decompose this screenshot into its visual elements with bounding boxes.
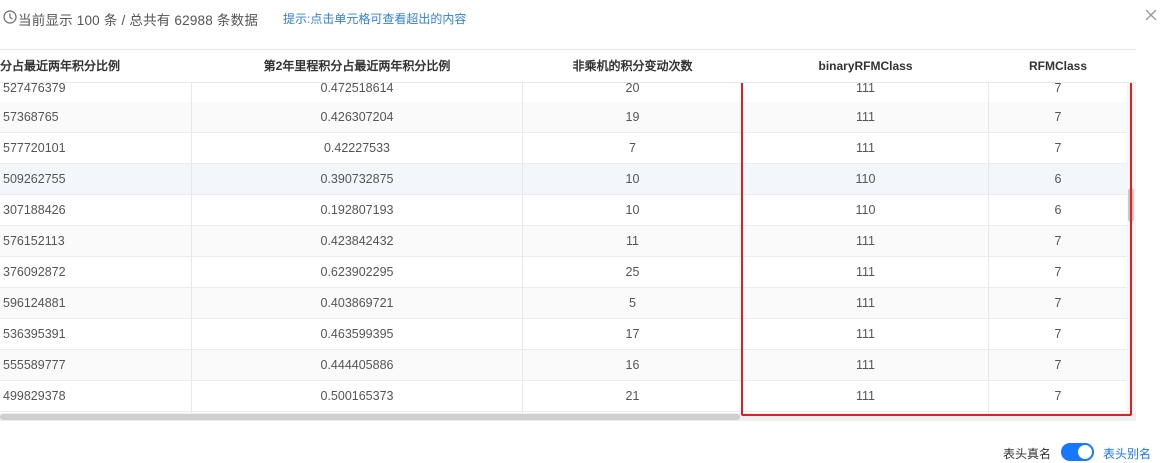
- table-cell[interactable]: 7: [989, 257, 1127, 287]
- table-cell[interactable]: 7: [989, 226, 1127, 256]
- table-cell[interactable]: 0.623902295: [192, 257, 522, 287]
- table-cell[interactable]: 307188426: [3, 195, 189, 225]
- table-cell[interactable]: 7: [989, 102, 1127, 132]
- table-info-bar: 当前显示 100 条 / 总共有 62988 条数据 提示:点击单元格可查看超出…: [0, 0, 1168, 36]
- table-cell[interactable]: 0.390732875: [192, 164, 522, 194]
- table-cell[interactable]: 10: [523, 164, 742, 194]
- table-header: 分占最近两年积分比例 第2年里程积分占最近两年积分比例 非乘机的积分变动次数 b…: [0, 49, 1136, 83]
- table-cell[interactable]: 0.42227533: [192, 133, 522, 163]
- table-cell[interactable]: 576152113: [3, 226, 189, 256]
- column-header[interactable]: 分占最近两年积分比例: [0, 50, 191, 83]
- column-header[interactable]: RFMClass: [989, 50, 1127, 83]
- table-cell[interactable]: 7: [989, 133, 1127, 163]
- table-cell[interactable]: 7: [523, 133, 742, 163]
- real-name-label: 表头真名: [1003, 447, 1052, 461]
- table-cell[interactable]: 6: [989, 195, 1127, 225]
- table-cell[interactable]: 555589777: [3, 350, 189, 380]
- table-cell[interactable]: 376092872: [3, 257, 189, 287]
- table-cell[interactable]: 509262755: [3, 164, 189, 194]
- table-cell[interactable]: 7: [989, 350, 1127, 380]
- horizontal-scroll-thumb[interactable]: [0, 414, 740, 420]
- table-cell[interactable]: 0.444405886: [192, 350, 522, 380]
- table-cell[interactable]: 7: [989, 288, 1127, 318]
- table-cell[interactable]: 7: [989, 381, 1127, 411]
- table-cell[interactable]: 5: [523, 288, 742, 318]
- table-cell[interactable]: 111: [743, 381, 988, 411]
- close-icon[interactable]: [1143, 7, 1159, 23]
- table-cell[interactable]: 111: [743, 319, 988, 349]
- table-row[interactable]: 57368765 0.426307204 19 111 7: [0, 102, 1136, 133]
- table-row[interactable]: 576152113 0.423842432 11 111 7: [0, 226, 1136, 257]
- alias-label: 表头别名: [1103, 447, 1152, 461]
- table-cell[interactable]: 111: [743, 350, 988, 380]
- table-cell[interactable]: 19: [523, 102, 742, 132]
- table-cell[interactable]: 0.426307204: [192, 102, 522, 132]
- table-cell[interactable]: 596124881: [3, 288, 189, 318]
- column-divider: [522, 49, 523, 414]
- table-cell[interactable]: 0.403869721: [192, 288, 522, 318]
- table-cell[interactable]: 25: [523, 257, 742, 287]
- table-cell[interactable]: 111: [743, 257, 988, 287]
- table-cell[interactable]: 111: [743, 102, 988, 132]
- table-row[interactable]: 555589777 0.444405886 16 111 7: [0, 350, 1136, 381]
- toggle-knob: [1078, 445, 1092, 459]
- header-name-toggle-bar: 表头真名 表头别名: [0, 440, 1168, 463]
- table-row[interactable]: 499829378 0.500165373 21 111 7: [0, 381, 1136, 412]
- table-cell[interactable]: 536395391: [3, 319, 189, 349]
- vertical-scroll-thumb[interactable]: [1128, 188, 1134, 222]
- table-row[interactable]: 596124881 0.403869721 5 111 7: [0, 288, 1136, 319]
- column-header[interactable]: binaryRFMClass: [743, 50, 988, 83]
- column-divider: [988, 49, 989, 414]
- column-header[interactable]: 非乘机的积分变动次数: [523, 50, 742, 83]
- table-cell[interactable]: 0.192807193: [192, 195, 522, 225]
- table-row[interactable]: 577720101 0.42227533 7 111 7: [0, 133, 1136, 164]
- table-cell[interactable]: 111: [743, 226, 988, 256]
- cell-hint-text: 提示:点击单元格可查看超出的内容: [283, 12, 467, 26]
- table-cell[interactable]: 111: [743, 133, 988, 163]
- table-cell[interactable]: 110: [743, 195, 988, 225]
- column-header[interactable]: 第2年里程积分占最近两年积分比例: [192, 50, 522, 83]
- table-cell[interactable]: 111: [743, 288, 988, 318]
- table-row[interactable]: 376092872 0.623902295 25 111 7: [0, 257, 1136, 288]
- vertical-scrollbar[interactable]: [1127, 49, 1136, 414]
- table-cell[interactable]: 7: [989, 319, 1127, 349]
- table-row[interactable]: 307188426 0.192807193 10 110 6: [0, 195, 1136, 226]
- header-alias-toggle[interactable]: [1061, 443, 1094, 461]
- table-cell[interactable]: 499829378: [3, 381, 189, 411]
- table-cell[interactable]: 17: [523, 319, 742, 349]
- table-cell[interactable]: 577720101: [3, 133, 189, 163]
- table-row[interactable]: 509262755 0.390732875 10 110 6: [0, 164, 1136, 195]
- record-count-text: 当前显示 100 条 / 总共有 62988 条数据: [18, 13, 259, 28]
- table-cell[interactable]: 0.500165373: [192, 381, 522, 411]
- table-cell[interactable]: 16: [523, 350, 742, 380]
- clock-info-icon: [3, 10, 17, 24]
- table-cell[interactable]: 0.423842432: [192, 226, 522, 256]
- table-cell[interactable]: 0.463599395: [192, 319, 522, 349]
- table-cell[interactable]: 21: [523, 381, 742, 411]
- data-table: 分占最近两年积分比例 第2年里程积分占最近两年积分比例 非乘机的积分变动次数 b…: [0, 49, 1136, 414]
- table-cell[interactable]: 11: [523, 226, 742, 256]
- column-divider: [742, 49, 743, 414]
- table-cell[interactable]: 57368765: [3, 102, 189, 132]
- table-cell[interactable]: 10: [523, 195, 742, 225]
- table-row[interactable]: 536395391 0.463599395 17 111 7: [0, 319, 1136, 350]
- table-cell[interactable]: 110: [743, 164, 988, 194]
- table-cell[interactable]: 6: [989, 164, 1127, 194]
- column-divider: [191, 49, 192, 414]
